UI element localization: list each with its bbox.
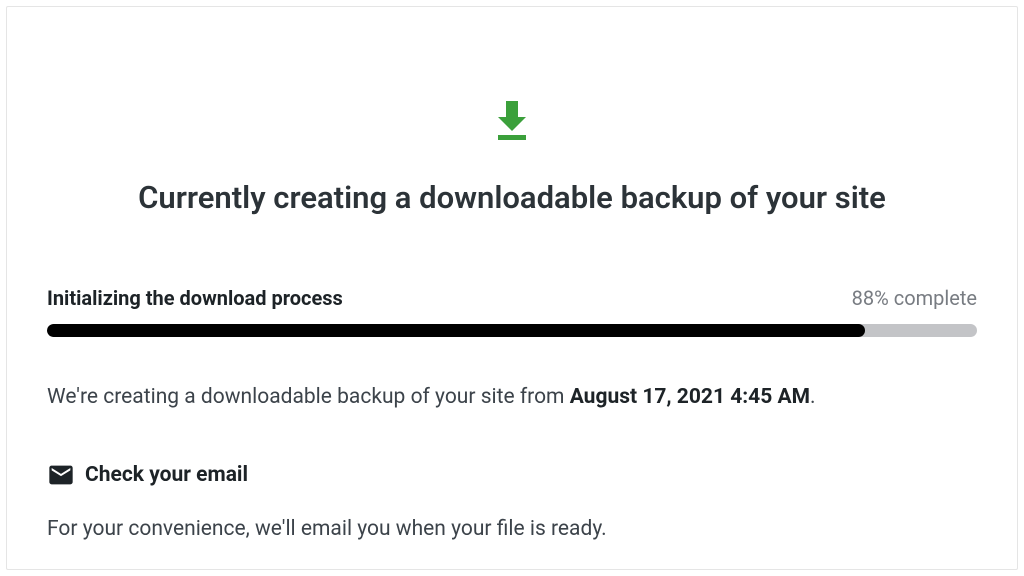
progress-fill <box>47 324 865 337</box>
email-row: Check your email <box>47 461 977 489</box>
progress-header: Initializing the download process 88% co… <box>47 286 977 310</box>
progress-percent: 88% complete <box>852 286 977 310</box>
description-prefix: We're creating a downloadable backup of … <box>47 385 570 409</box>
description-timestamp: August 17, 2021 4:45 AM <box>570 385 810 409</box>
progress-bar <box>47 324 977 337</box>
email-note: For your convenience, we'll email you wh… <box>47 517 977 541</box>
progress-label: Initializing the download process <box>47 286 343 310</box>
icon-container <box>47 97 977 149</box>
backup-description: We're creating a downloadable backup of … <box>47 385 977 409</box>
mail-icon <box>47 461 75 489</box>
download-icon <box>488 97 536 149</box>
email-heading: Check your email <box>85 463 248 487</box>
page-title: Currently creating a downloadable backup… <box>47 179 977 216</box>
description-suffix: . <box>810 385 816 409</box>
backup-progress-card: Currently creating a downloadable backup… <box>6 6 1018 570</box>
